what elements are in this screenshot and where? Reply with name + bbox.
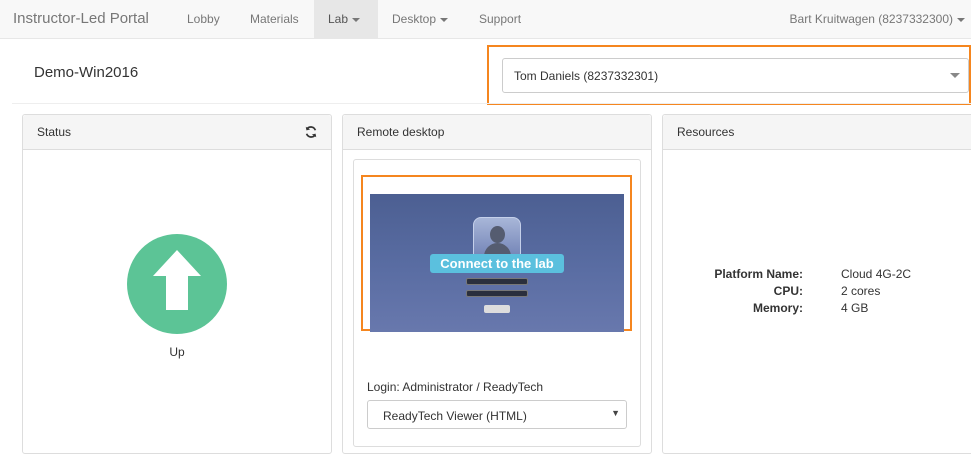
thumbnail-login-button	[484, 305, 510, 313]
user-menu-dropdown[interactable]: Bart Kruitwagen (8237332300)	[790, 0, 965, 38]
resource-label: CPU:	[773, 284, 803, 298]
chevron-down-icon	[440, 17, 449, 22]
user-menu-label: Bart Kruitwagen (8237332300)	[789, 12, 953, 26]
status-up-indicator	[127, 234, 227, 334]
nav-materials[interactable]: Materials	[236, 0, 313, 38]
connect-to-lab-label: Connect to the lab	[430, 254, 564, 273]
viewer-select[interactable]: ReadyTech Viewer (HTML) ▼	[367, 400, 627, 429]
remote-desktop-card: Connect to the lab Login: Administrator …	[353, 159, 641, 447]
resource-value: 4 GB	[841, 301, 869, 315]
remote-desktop-heading: Remote desktop	[343, 115, 651, 150]
status-text: Up	[169, 345, 185, 359]
resources-title: Resources	[677, 125, 735, 139]
resource-value: Cloud 4G-2C	[841, 267, 912, 281]
chevron-down-icon	[950, 73, 960, 78]
user-select-value: Tom Daniels (8237332301)	[514, 69, 659, 83]
resource-label: Platform Name:	[714, 267, 803, 281]
highlight-frame-thumbnail: Connect to the lab	[361, 175, 632, 332]
nav-materials-label: Materials	[250, 12, 299, 26]
viewer-select-value: ReadyTech Viewer (HTML)	[383, 409, 527, 423]
nav-desktop-label: Desktop	[392, 12, 437, 26]
chevron-down-icon: ▼	[611, 408, 620, 418]
thumbnail-username-field	[466, 278, 528, 285]
header-divider	[12, 103, 971, 104]
login-credentials: Login: Administrator / ReadyTech	[367, 380, 544, 394]
refresh-icon[interactable]	[304, 125, 318, 139]
nav-lobby[interactable]: Lobby	[173, 0, 234, 38]
remote-desktop-title: Remote desktop	[357, 125, 445, 139]
connect-thumbnail[interactable]: Connect to the lab	[370, 194, 624, 332]
chevron-down-icon	[957, 17, 965, 22]
status-panel-title: Status	[37, 125, 72, 139]
user-select[interactable]: Tom Daniels (8237332301)	[502, 58, 969, 93]
lab-title: Demo-Win2016	[34, 64, 139, 81]
chevron-down-icon	[352, 17, 361, 22]
remote-desktop-panel: Remote desktop Connect to the lab Login:…	[342, 114, 652, 454]
arrow-up-icon	[153, 250, 201, 310]
status-panel-heading: Status	[23, 115, 331, 150]
status-panel: Status Up	[22, 114, 332, 454]
nav-lab-dropdown[interactable]: Lab	[314, 0, 378, 38]
nav-lab-label: Lab	[328, 12, 349, 26]
thumbnail-password-field	[466, 290, 528, 297]
nav-lobby-label: Lobby	[187, 12, 220, 26]
nav-desktop-dropdown[interactable]: Desktop	[378, 0, 462, 38]
resource-value: 2 cores	[841, 284, 881, 298]
nav-support[interactable]: Support	[465, 0, 535, 38]
avatar-head	[490, 226, 505, 243]
nav-support-label: Support	[479, 12, 522, 26]
resource-label: Memory:	[752, 301, 803, 315]
resources-heading: Resources	[663, 115, 971, 150]
resources-panel: Resources Platform Name: Cloud 4G-2C CPU…	[662, 114, 971, 454]
top-navbar: Instructor-Led Portal Lobby Materials La…	[0, 0, 971, 39]
brand-link[interactable]: Instructor-Led Portal	[13, 10, 149, 27]
